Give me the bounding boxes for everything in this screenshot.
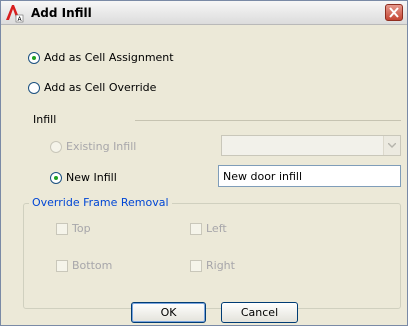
new-infill-radio[interactable]	[50, 171, 62, 184]
top-label: Top	[72, 222, 91, 235]
right-checkbox[interactable]	[190, 259, 202, 272]
right-label: Right	[206, 259, 235, 272]
left-checkbox[interactable]	[190, 222, 202, 235]
existing-infill-dropdown[interactable]	[221, 135, 401, 156]
new-infill-label: New Infill	[66, 171, 117, 184]
existing-infill-option[interactable]: Existing Infill	[50, 140, 136, 153]
dropdown-button[interactable]	[383, 136, 400, 155]
add-infill-dialog: A Add Infill Add as Cell Assignment Add …	[0, 0, 408, 326]
bottom-option[interactable]: Bottom	[56, 259, 112, 272]
left-option[interactable]: Left	[190, 222, 227, 235]
right-option[interactable]: Right	[190, 259, 235, 272]
bottom-label: Bottom	[72, 259, 113, 272]
cell-assignment-radio[interactable]	[28, 51, 40, 64]
chevron-down-icon	[388, 143, 396, 148]
title-bar[interactable]: A Add Infill	[1, 1, 407, 25]
cell-override-label: Add as Cell Override	[44, 81, 157, 94]
cell-override-radio[interactable]	[28, 81, 40, 94]
cell-assignment-option[interactable]: Add as Cell Assignment	[28, 51, 174, 64]
top-option[interactable]: Top	[56, 222, 91, 235]
dialog-content: Add as Cell Assignment Add as Cell Overr…	[1, 25, 407, 327]
cell-assignment-label: Add as Cell Assignment	[44, 51, 174, 64]
close-icon	[389, 7, 399, 18]
override-frame-removal-title: Override Frame Removal	[29, 196, 172, 209]
infill-section-label: Infill	[33, 113, 57, 126]
autocad-app-icon: A	[4, 3, 24, 23]
infill-section-divider	[135, 120, 401, 121]
left-label: Left	[206, 222, 227, 235]
cancel-button[interactable]: Cancel	[221, 302, 298, 323]
existing-infill-radio[interactable]	[50, 140, 62, 153]
cell-override-option[interactable]: Add as Cell Override	[28, 81, 156, 94]
ok-button[interactable]: OK	[131, 302, 206, 323]
new-infill-name-field[interactable]: New door infill	[218, 165, 401, 187]
new-infill-option[interactable]: New Infill	[50, 171, 117, 184]
close-button[interactable]	[385, 4, 403, 21]
override-frame-removal-group	[23, 203, 401, 309]
top-checkbox[interactable]	[56, 222, 68, 235]
dialog-title: Add Infill	[31, 6, 92, 20]
bottom-checkbox[interactable]	[56, 259, 68, 272]
existing-infill-label: Existing Infill	[66, 140, 137, 153]
